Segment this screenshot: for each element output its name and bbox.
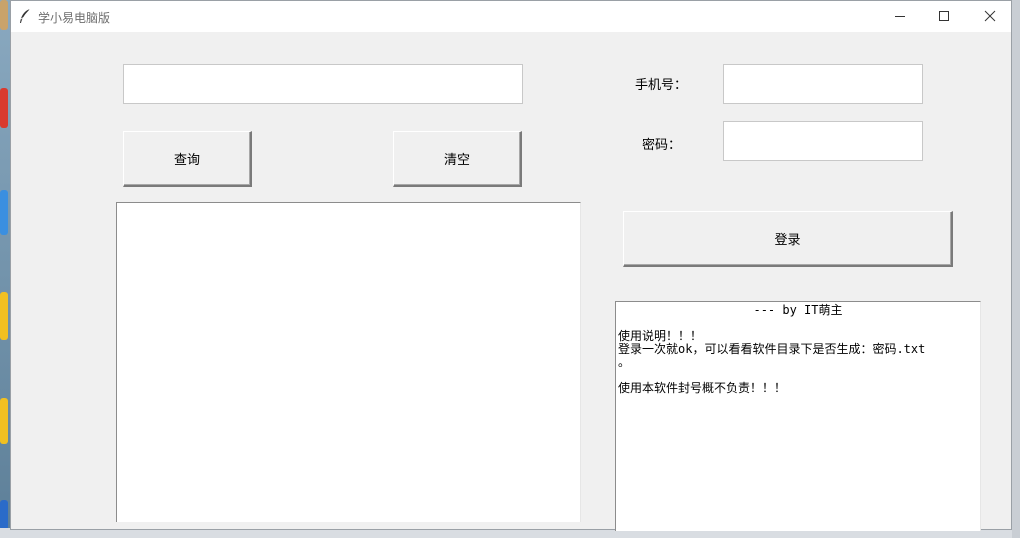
phone-input[interactable]: [723, 64, 923, 104]
login-button[interactable]: 登录: [623, 211, 953, 267]
password-input[interactable]: [723, 121, 923, 161]
title-bar[interactable]: 学小易电脑版: [11, 1, 1011, 32]
clear-button-label: 清空: [443, 153, 470, 168]
desktop-icon: [0, 0, 8, 30]
login-button-label: 登录: [774, 233, 801, 248]
desktop-icon: [0, 190, 8, 235]
instructions-line-continued: 。: [618, 355, 631, 369]
desktop-icon: [0, 500, 8, 530]
close-button[interactable]: [967, 1, 1013, 31]
close-icon: [984, 10, 996, 22]
minimize-button[interactable]: [877, 1, 923, 31]
query-input[interactable]: [123, 64, 523, 104]
desktop-background: [0, 0, 10, 538]
instructions-line: 登录一次就ok，可以看看软件目录下是否生成：密码.txt: [618, 342, 926, 356]
password-label: 密码：: [642, 138, 682, 153]
desktop-icon: [0, 398, 8, 444]
instructions-textarea[interactable]: --- by IT萌主 使用说明！！！ 登录一次就ok，可以看看软件目录下是否生…: [615, 301, 981, 531]
search-button-label: 查询: [173, 153, 200, 168]
disclaimer-text: 使用本软件封号概不负责！！！: [618, 381, 787, 395]
search-button[interactable]: 查询: [123, 131, 252, 187]
maximize-icon: [938, 10, 950, 22]
clear-button[interactable]: 清空: [393, 131, 522, 187]
feather-icon: [18, 8, 32, 24]
result-textarea[interactable]: [116, 202, 581, 522]
minimize-icon: [894, 10, 906, 22]
window-title: 学小易电脑版: [38, 11, 111, 25]
byline-text: --- by IT萌主: [753, 303, 843, 317]
phone-label: 手机号：: [635, 78, 688, 93]
app-window: 学小易电脑版 查询 清空 手机号： 密码： 登录 --- by IT萌主 使用说…: [10, 0, 1012, 531]
desktop-icon: [0, 292, 8, 340]
desktop-background: [1012, 0, 1020, 538]
maximize-button[interactable]: [921, 1, 967, 31]
desktop-icon: [0, 88, 8, 128]
